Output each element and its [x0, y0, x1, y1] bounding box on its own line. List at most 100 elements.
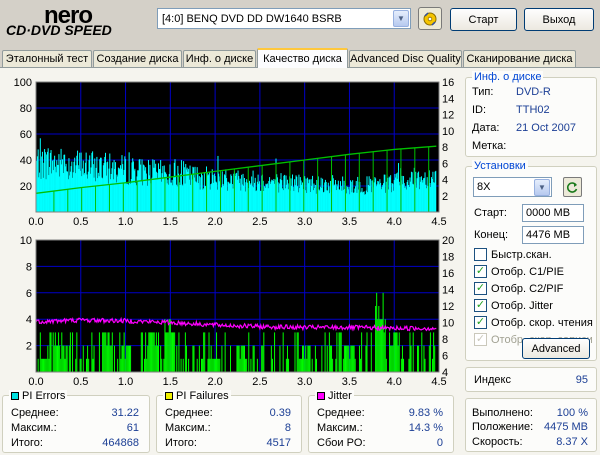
y2-tick-label: 16 — [442, 268, 454, 280]
y-tick-label: 100 — [14, 77, 32, 89]
y2-tick-label: 12 — [442, 301, 454, 313]
show-read-speed-checkbox[interactable]: ✓ Отобр. скор. чтения — [474, 316, 593, 329]
x-tick-label: 4.0 — [387, 216, 402, 228]
pi-errors-chart: 0.0 0.5 1.0 1.5 2.0 2.5 3.0 3.5 4.0 4.5 20 40 60 80 10… — [0, 68, 465, 233]
x-tick-label: 0.5 — [73, 216, 88, 228]
y2-tick-label: 4 — [442, 367, 448, 379]
drive-info-button[interactable] — [418, 7, 442, 30]
y-tick-label: 6 — [26, 288, 32, 300]
tab-benchmark[interactable]: Эталонный тест — [2, 50, 92, 67]
y-tick-label: 40 — [20, 155, 32, 167]
speed-label: Скорость: — [472, 436, 523, 448]
disc-id-value: TTH02 — [516, 104, 550, 116]
pi-errors-avg-label: Среднее: — [11, 407, 59, 419]
chevron-down-icon[interactable]: ▼ — [534, 178, 550, 196]
end-pos-label: Конец: — [474, 229, 509, 241]
po-failures-value: 0 — [436, 437, 443, 449]
x-tick-label: 4.0 — [387, 376, 402, 388]
x-tick-label: 1.5 — [163, 376, 178, 388]
y-tick-label: 10 — [20, 235, 32, 247]
pi-failures-stats: PI Failures Среднее: 0.39 Максим.: 8 Ито… — [156, 390, 302, 453]
tab-create-disc[interactable]: Создание диска — [93, 50, 182, 67]
tab-disc-info[interactable]: Инф. о диске — [183, 50, 256, 67]
speed-value: 8.37 X — [556, 436, 588, 448]
tab-disc-quality[interactable]: Качество диска — [257, 48, 348, 68]
x-tick-label: 3.0 — [297, 216, 312, 228]
show-c2-checkbox[interactable]: ✓ Отобр. C2/PIF — [474, 282, 563, 295]
y2-tick-label: 10 — [442, 318, 454, 330]
y2-tick-label: 8 — [442, 142, 448, 154]
pi-failures-avg-label: Среднее: — [165, 407, 213, 419]
nero-logo: nero CD·DVD SPEED — [6, 2, 146, 40]
x-tick-label: 2.0 — [207, 376, 222, 388]
pi-failures-total-label: Итого: — [165, 437, 197, 449]
jitter-stats: Jitter Среднее: 9.83 % Максим.: 14.3 % С… — [308, 390, 454, 453]
start-pos-input[interactable] — [522, 204, 584, 222]
refresh-icon — [566, 181, 578, 193]
check-icon[interactable]: ✓ — [474, 265, 487, 278]
pi-failures-avg: 0.39 — [269, 407, 291, 419]
start-pos-label: Старт: — [474, 207, 507, 219]
y2-tick-label: 14 — [442, 93, 454, 105]
x-tick-label: 2.0 — [207, 216, 222, 228]
pi-failures-total: 4517 — [266, 437, 291, 449]
advanced-button[interactable]: Advanced — [522, 338, 590, 359]
x-tick-label: 2.5 — [252, 216, 267, 228]
pi-errors-total: 464868 — [102, 437, 139, 449]
y2-tick-label: 20 — [442, 235, 454, 247]
x-tick-label: 0.0 — [28, 376, 43, 388]
show-c2-label: Отобр. C2/PIF — [491, 282, 564, 295]
speed-select[interactable]: 8X ▼ — [473, 177, 552, 197]
x-tick-label: 1.5 — [163, 216, 178, 228]
x-tick-label: 2.5 — [252, 376, 267, 388]
check-icon[interactable]: ✓ — [474, 282, 487, 295]
pi-errors-total-label: Итого: — [11, 437, 43, 449]
start-button[interactable]: Старт — [450, 8, 517, 31]
jitter-swatch — [317, 392, 325, 400]
x-tick-label: 1.0 — [118, 376, 133, 388]
pi-errors-title: PI Errors — [9, 390, 68, 402]
chevron-down-icon[interactable]: ▼ — [393, 10, 409, 27]
y2-tick-label: 10 — [442, 126, 454, 138]
check-icon[interactable]: ✓ — [474, 299, 487, 312]
show-c1-checkbox[interactable]: ✓ Отобр. C1/PIE — [474, 265, 564, 278]
jitter-max: 14.3 % — [408, 422, 443, 434]
tab-bar: Эталонный тест Создание диска Инф. о дис… — [0, 48, 600, 68]
y2-tick-label: 4 — [442, 175, 448, 187]
pi-failures-jitter-chart: 0.0 0.5 1.0 1.5 2.0 2.5 3.0 3.5 4.0 4.5 2 4 6 8 10 4 6 8 1… — [0, 228, 465, 390]
quick-scan-box[interactable] — [474, 248, 487, 261]
drive-select-value: [4:0] BENQ DVD DD DW1640 BSRB — [162, 12, 342, 25]
y2-tick-label: 18 — [442, 252, 454, 264]
end-pos-input[interactable] — [522, 226, 584, 244]
done-label: Выполнено: — [472, 407, 533, 419]
done-value: 100 % — [556, 407, 588, 419]
show-jitter-checkbox[interactable]: ✓ Отобр. Jitter — [474, 299, 553, 312]
tab-disc-scan[interactable]: Сканирование диска — [463, 50, 576, 67]
exit-button[interactable]: Выход — [524, 8, 594, 31]
quick-scan-label: Быстр.скан. — [491, 248, 552, 261]
pi-errors-stats: PI Errors Среднее: 31.22 Максим.: 61 Ито… — [2, 390, 150, 453]
refresh-speed-button[interactable] — [563, 177, 582, 197]
show-jitter-label: Отобр. Jitter — [491, 299, 553, 312]
disc-info-group: Инф. о диске Тип: DVD-R ID: TTH02 Дата: … — [465, 71, 597, 157]
y2-tick-label: 12 — [442, 110, 454, 122]
y-tick-label: 2 — [26, 341, 32, 353]
drive-select[interactable]: [4:0] BENQ DVD DD DW1640 BSRB ▼ — [157, 8, 411, 29]
y-tick-label: 4 — [26, 314, 32, 326]
jitter-title: Jitter — [315, 390, 354, 402]
show-c1-label: Отобр. C1/PIE — [491, 265, 564, 278]
index-group: Индекс 95 — [465, 367, 597, 392]
x-tick-label: 3.0 — [297, 376, 312, 388]
disc-type-value: DVD-R — [516, 86, 551, 98]
progress-group: Выполнено: 100 % Положение: 4475 MB Скор… — [465, 398, 597, 452]
tab-advanced-disc-quality[interactable]: Advanced Disc Quality — [349, 50, 462, 67]
logo-text-bottom: CD·DVD SPEED — [6, 22, 112, 38]
pi-failures-max: 8 — [284, 422, 291, 434]
pi-failures-swatch — [165, 392, 173, 400]
quick-scan-checkbox[interactable]: Быстр.скан. — [474, 248, 552, 261]
x-tick-label: 4.5 — [431, 216, 446, 228]
disc-type-label: Тип: — [472, 86, 494, 98]
y2-tick-label: 14 — [442, 285, 454, 297]
show-read-speed-label: Отобр. скор. чтения — [491, 316, 593, 329]
check-icon[interactable]: ✓ — [474, 316, 487, 329]
